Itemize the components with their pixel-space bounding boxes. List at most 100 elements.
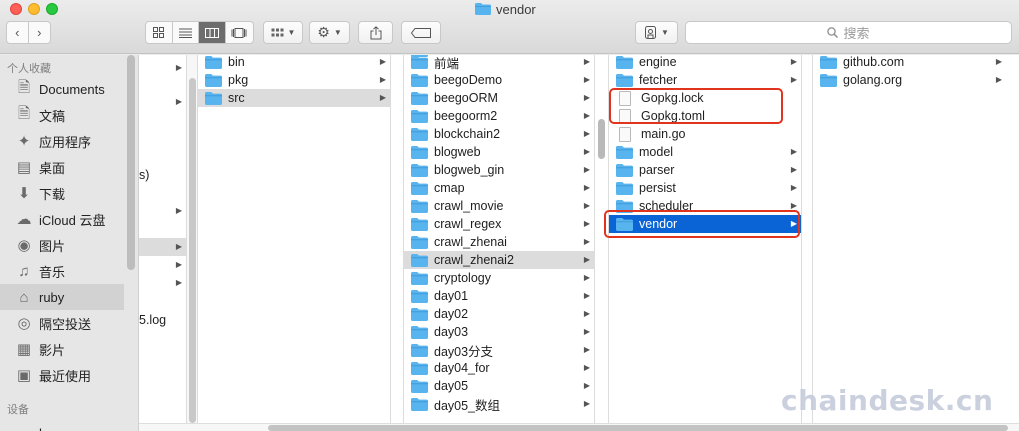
sidebar-item[interactable]: ◎ 隔空投送 — [0, 310, 124, 336]
view-mode-switcher — [145, 21, 254, 44]
folder-row[interactable]: blogweb ▶ — [404, 143, 594, 161]
disclosure-arrow-icon: ▶ — [175, 97, 182, 106]
folder-row[interactable]: day03 ▶ — [404, 323, 594, 341]
item-name: crawl_regex — [434, 217, 502, 231]
chevron-left-icon: ‹ — [15, 25, 20, 40]
horizontal-scrollbar[interactable] — [268, 425, 1008, 431]
highlight-box-gopkg-files — [609, 88, 783, 124]
folder-row[interactable]: crawl_zhenai ▶ — [404, 233, 594, 251]
airdrop-icon: ◎ — [17, 315, 31, 332]
sidebar-item[interactable]: ☁ iCloud 云盘 — [0, 206, 124, 232]
column-0-scrollbar[interactable] — [189, 78, 196, 423]
folder-row[interactable]: persist ▶ — [609, 179, 801, 197]
folder-row[interactable]: crawl_zhenai2 ▶ — [404, 251, 594, 269]
disclosure-arrow-icon: ▶ — [995, 57, 1002, 66]
column-2-scrollbar[interactable] — [598, 119, 605, 159]
applications-icon: ✦ — [17, 133, 31, 150]
folder-row[interactable]: day05 ▶ — [404, 377, 594, 395]
folder-row[interactable]: beegoDemo ▶ — [404, 71, 594, 89]
sidebar-item[interactable]: 🗎 文稿 — [0, 102, 124, 128]
sidebar-item[interactable]: ▤ 桌面 — [0, 154, 124, 180]
folder-icon — [411, 199, 428, 213]
folder-row[interactable]: parser ▶ — [609, 161, 801, 179]
sidebar-item-label: Documents — [39, 81, 105, 97]
sidebar-item[interactable]: ⌂ ruby — [0, 284, 124, 310]
sidebar-item[interactable]: ♫ 音乐 — [0, 258, 124, 284]
minimize-window-button[interactable] — [28, 3, 40, 15]
folder-row[interactable]: src ▶ — [198, 89, 390, 107]
folder-row-clipped[interactable] — [404, 55, 594, 59]
folder-row[interactable]: crawl_regex ▶ — [404, 215, 594, 233]
folder-row[interactable]: github.com ▶ — [813, 55, 1006, 71]
recents-icon: ▣ — [16, 367, 32, 384]
sidebar-item[interactable]: ▭ hanru — [0, 420, 124, 431]
folder-row[interactable]: golang.org ▶ — [813, 71, 1006, 89]
list-view-button[interactable] — [173, 22, 200, 43]
folder-row[interactable]: cryptology ▶ — [404, 269, 594, 287]
folder-row[interactable]: fetcher ▶ — [609, 71, 801, 89]
folder-row[interactable]: bin ▶ — [198, 55, 390, 71]
folder-row[interactable]: day04_for ▶ — [404, 359, 594, 377]
folder-row[interactable]: day02 ▶ — [404, 305, 594, 323]
item-name: model — [639, 145, 674, 159]
folder-row[interactable]: day03分支 ▶ — [404, 341, 594, 359]
folder-row[interactable]: blogweb_gin ▶ — [404, 161, 594, 179]
icon-view-button[interactable] — [146, 22, 173, 43]
folder-row[interactable]: crawl_movie ▶ — [404, 197, 594, 215]
navigation-buttons: ‹ › — [6, 21, 51, 44]
list-item[interactable]: s) — [139, 166, 186, 184]
folder-icon — [411, 397, 428, 411]
list-item-disclosure[interactable]: ▶ — [139, 274, 186, 292]
action-menu-button[interactable]: ⚙ ▼ — [309, 21, 350, 44]
share-button[interactable] — [358, 21, 393, 44]
back-button[interactable]: ‹ — [7, 22, 29, 43]
disclosure-arrow-icon: ▶ — [583, 291, 590, 300]
list-item-disclosure[interactable]: ▶ — [139, 59, 186, 77]
folder-row[interactable]: engine ▶ — [609, 55, 801, 71]
folder-row[interactable]: beegoORM ▶ — [404, 89, 594, 107]
list-item-disclosure[interactable]: ▶ — [139, 256, 186, 274]
sidebar-item[interactable]: ▦ 影片 — [0, 336, 124, 362]
sidebar-item[interactable]: ▣ 最近使用 — [0, 362, 124, 388]
search-input[interactable]: 搜索 — [685, 21, 1012, 44]
column-view-button[interactable] — [199, 22, 226, 43]
item-name: day05_数组 — [434, 398, 501, 413]
folder-icon — [411, 271, 428, 285]
list-item-disclosure[interactable]: ▶ — [139, 202, 186, 220]
folder-icon — [475, 3, 491, 15]
folder-row[interactable]: day05_数组 ▶ — [404, 395, 594, 413]
disclosure-arrow-icon: ▶ — [995, 75, 1002, 84]
folder-icon — [411, 235, 428, 249]
sidebar-item[interactable]: ◉ 图片 — [0, 232, 124, 258]
folder-row[interactable]: blockchain2 ▶ — [404, 125, 594, 143]
sidebar-item[interactable]: ⬇ 下载 — [0, 180, 124, 206]
folder-row[interactable]: day01 ▶ — [404, 287, 594, 305]
quick-look-button[interactable]: ▼ — [635, 21, 678, 44]
disclosure-arrow-icon: ▶ — [379, 93, 386, 102]
folder-icon — [411, 127, 428, 141]
list-item-disclosure[interactable]: ▶ — [139, 93, 186, 111]
folder-row[interactable]: cmap ▶ — [404, 179, 594, 197]
list-item[interactable]: 5.log — [139, 311, 186, 329]
folder-row[interactable]: beegoorm2 ▶ — [404, 107, 594, 125]
music-icon: ♫ — [18, 262, 30, 280]
edit-tags-button[interactable] — [401, 21, 441, 44]
desktop-icon: ▤ — [16, 159, 32, 176]
folder-row[interactable]: pkg ▶ — [198, 71, 390, 89]
item-name: cmap — [434, 181, 465, 195]
list-view-icon — [178, 28, 192, 38]
file-row[interactable]: main.go — [609, 125, 801, 143]
close-window-button[interactable] — [10, 3, 22, 15]
sidebar-item[interactable]: 🗎 Documents — [0, 76, 124, 102]
forward-button[interactable]: › — [29, 22, 50, 43]
folder-icon — [411, 307, 428, 321]
item-name: bin — [228, 55, 245, 69]
list-item-disclosure[interactable]: ▶ — [139, 238, 186, 256]
zoom-window-button[interactable] — [46, 3, 58, 15]
sidebar-item[interactable]: ✦ 应用程序 — [0, 128, 124, 154]
disclosure-arrow-icon: ▶ — [583, 165, 590, 174]
sidebar-scrollbar[interactable] — [127, 55, 135, 270]
group-by-button[interactable]: ▼ — [263, 21, 303, 44]
gallery-view-button[interactable] — [226, 22, 253, 43]
folder-row[interactable]: model ▶ — [609, 143, 801, 161]
